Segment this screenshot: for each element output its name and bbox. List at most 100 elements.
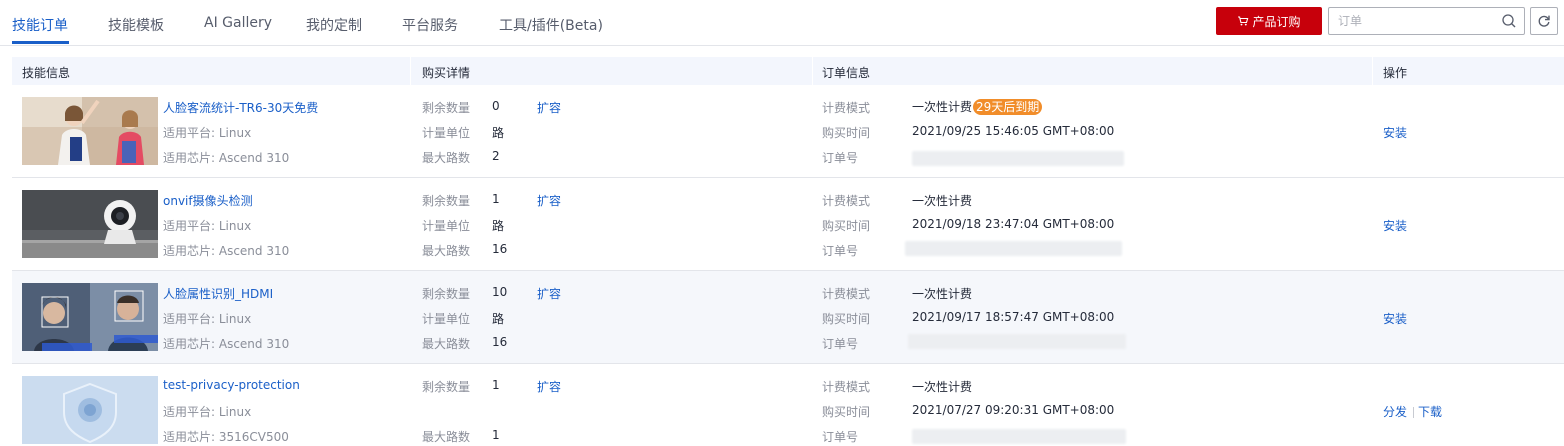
distribute-link[interactable]: 分发 <box>1383 403 1407 420</box>
max-paths-value: 16 <box>492 242 508 256</box>
billing-mode-value: 一次性计费 <box>912 287 973 301</box>
max-paths-label: 最大路数 <box>422 337 471 351</box>
max-paths-label: 最大路数 <box>422 151 471 165</box>
unit-value: 路 <box>492 312 505 326</box>
tab-bar: 技能订单 技能模板 AI Gallery 我的定制 平台服务 工具/插件(Bet… <box>0 0 1564 46</box>
purchase-time-value: 2021/09/17 18:57:47 GMT+08:00 <box>912 310 1115 324</box>
order-search-box <box>1328 7 1525 35</box>
tab-tools-plugins[interactable]: 工具/插件(Beta) <box>499 15 603 35</box>
header-divider <box>1372 57 1373 85</box>
active-tab-indicator <box>12 41 69 44</box>
action-divider <box>1413 407 1414 418</box>
remaining-value: 0 <box>492 99 500 113</box>
buy-product-button[interactable]: 产品订购 <box>1216 7 1322 35</box>
skill-chip: 适用芯片: Ascend 310 <box>163 337 290 351</box>
order-search-input[interactable] <box>1338 13 1498 29</box>
purchase-time-label: 购买时间 <box>822 126 871 140</box>
header-order-info: 订单信息 <box>822 66 871 80</box>
expand-link[interactable]: 扩容 <box>537 192 561 209</box>
billing-mode-label: 计费模式 <box>822 287 871 301</box>
remaining-value: 10 <box>492 285 508 299</box>
tab-my-customization[interactable]: 我的定制 <box>306 15 362 35</box>
tab-skill-orders[interactable]: 技能订单 <box>12 15 68 35</box>
purchase-time-label: 购买时间 <box>822 219 871 233</box>
remaining-label: 剩余数量 <box>422 194 471 208</box>
camera-photo-thumbnail <box>22 190 158 258</box>
remaining-label: 剩余数量 <box>422 287 471 301</box>
search-icon[interactable] <box>1501 13 1517 29</box>
face-detect-photo-thumbnail <box>22 283 158 351</box>
cart-icon <box>1238 16 1249 26</box>
skill-name-link[interactable]: onvif摄像头检测 <box>163 192 253 209</box>
install-link[interactable]: 安装 <box>1383 310 1407 327</box>
unit-value: 路 <box>492 219 505 233</box>
refresh-button[interactable] <box>1530 7 1558 35</box>
purchase-time-value: 2021/09/18 23:47:04 GMT+08:00 <box>912 217 1115 231</box>
max-paths-value: 16 <box>492 335 508 349</box>
order-no-label: 订单号 <box>822 337 859 351</box>
max-paths-value: 2 <box>492 149 500 163</box>
remaining-label: 剩余数量 <box>422 101 471 115</box>
max-paths-label: 最大路数 <box>422 244 471 258</box>
purchase-time-label: 购买时间 <box>822 312 871 326</box>
tab-skill-templates[interactable]: 技能模板 <box>108 15 164 35</box>
skill-chip: 适用芯片: Ascend 310 <box>163 244 290 258</box>
billing-mode-label: 计费模式 <box>822 194 871 208</box>
expand-link[interactable]: 扩容 <box>537 285 561 302</box>
tab-ai-gallery[interactable]: AI Gallery <box>204 15 272 31</box>
header-divider <box>812 57 813 85</box>
skill-name-link[interactable]: test-privacy-protection <box>163 378 300 392</box>
redacted-order-number <box>912 151 1124 166</box>
people-photo-thumbnail <box>22 97 158 165</box>
skill-name-link[interactable]: 人脸客流统计-TR6-30天免费 <box>163 99 318 116</box>
install-link[interactable]: 安装 <box>1383 124 1407 141</box>
skill-platform: 适用平台: Linux <box>163 312 252 326</box>
buy-product-label: 产品订购 <box>1252 14 1301 29</box>
unit-label: 计量单位 <box>422 219 471 233</box>
table-row: 人脸属性识别_HDMI 适用平台: Linux 适用芯片: Ascend 310… <box>12 271 1564 364</box>
redacted-order-number <box>912 429 1126 444</box>
privacy-shield-photo-thumbnail <box>22 376 158 444</box>
max-paths-label: 最大路数 <box>422 430 471 444</box>
expand-link[interactable]: 扩容 <box>537 99 561 116</box>
redacted-order-number <box>908 334 1126 349</box>
unit-value: 路 <box>492 126 505 140</box>
billing-mode-value: 一次性计费 <box>912 194 973 208</box>
unit-label: 计量单位 <box>422 312 471 326</box>
skill-chip: 适用芯片: 3516CV500 <box>163 430 289 444</box>
tab-platform-services[interactable]: 平台服务 <box>402 15 458 35</box>
expiry-badge: 29天后到期 <box>973 99 1043 115</box>
billing-mode-label: 计费模式 <box>822 380 871 394</box>
order-no-label: 订单号 <box>822 430 859 444</box>
purchase-time-label: 购买时间 <box>822 405 871 419</box>
billing-mode-label: 计费模式 <box>822 101 871 115</box>
table-row: test-privacy-protection 适用平台: Linux 适用芯片… <box>12 364 1564 446</box>
skill-chip: 适用芯片: Ascend 310 <box>163 151 290 165</box>
header-actions: 操作 <box>1383 66 1408 80</box>
header-divider <box>410 57 411 85</box>
billing-mode-value: 一次性计费 <box>912 380 973 394</box>
install-link[interactable]: 安装 <box>1383 217 1407 234</box>
redacted-order-number <box>905 241 1122 256</box>
remaining-value: 1 <box>492 192 500 206</box>
skill-platform: 适用平台: Linux <box>163 126 252 140</box>
table-row: 人脸客流统计-TR6-30天免费 适用平台: Linux 适用芯片: Ascen… <box>12 85 1564 178</box>
download-link[interactable]: 下载 <box>1418 403 1442 420</box>
billing-mode-text: 一次性计费 <box>912 100 973 114</box>
unit-label: 计量单位 <box>422 126 471 140</box>
purchase-time-value: 2021/09/25 15:46:05 GMT+08:00 <box>912 124 1115 138</box>
order-no-label: 订单号 <box>822 151 859 165</box>
order-no-label: 订单号 <box>822 244 859 258</box>
refresh-icon <box>1538 15 1550 27</box>
skill-platform: 适用平台: Linux <box>163 405 252 419</box>
table-row: onvif摄像头检测 适用平台: Linux 适用芯片: Ascend 310 … <box>12 178 1564 271</box>
header-skill-info: 技能信息 <box>22 66 71 80</box>
skill-name-link[interactable]: 人脸属性识别_HDMI <box>163 285 273 302</box>
remaining-label: 剩余数量 <box>422 380 471 394</box>
skill-platform: 适用平台: Linux <box>163 219 252 233</box>
remaining-value: 1 <box>492 378 500 392</box>
table-header: 技能信息 购买详情 订单信息 操作 <box>12 57 1564 85</box>
expand-link[interactable]: 扩容 <box>537 378 561 395</box>
max-paths-value: 1 <box>492 428 500 442</box>
billing-mode-value: 一次性计费 29天后到期 <box>912 98 1043 115</box>
